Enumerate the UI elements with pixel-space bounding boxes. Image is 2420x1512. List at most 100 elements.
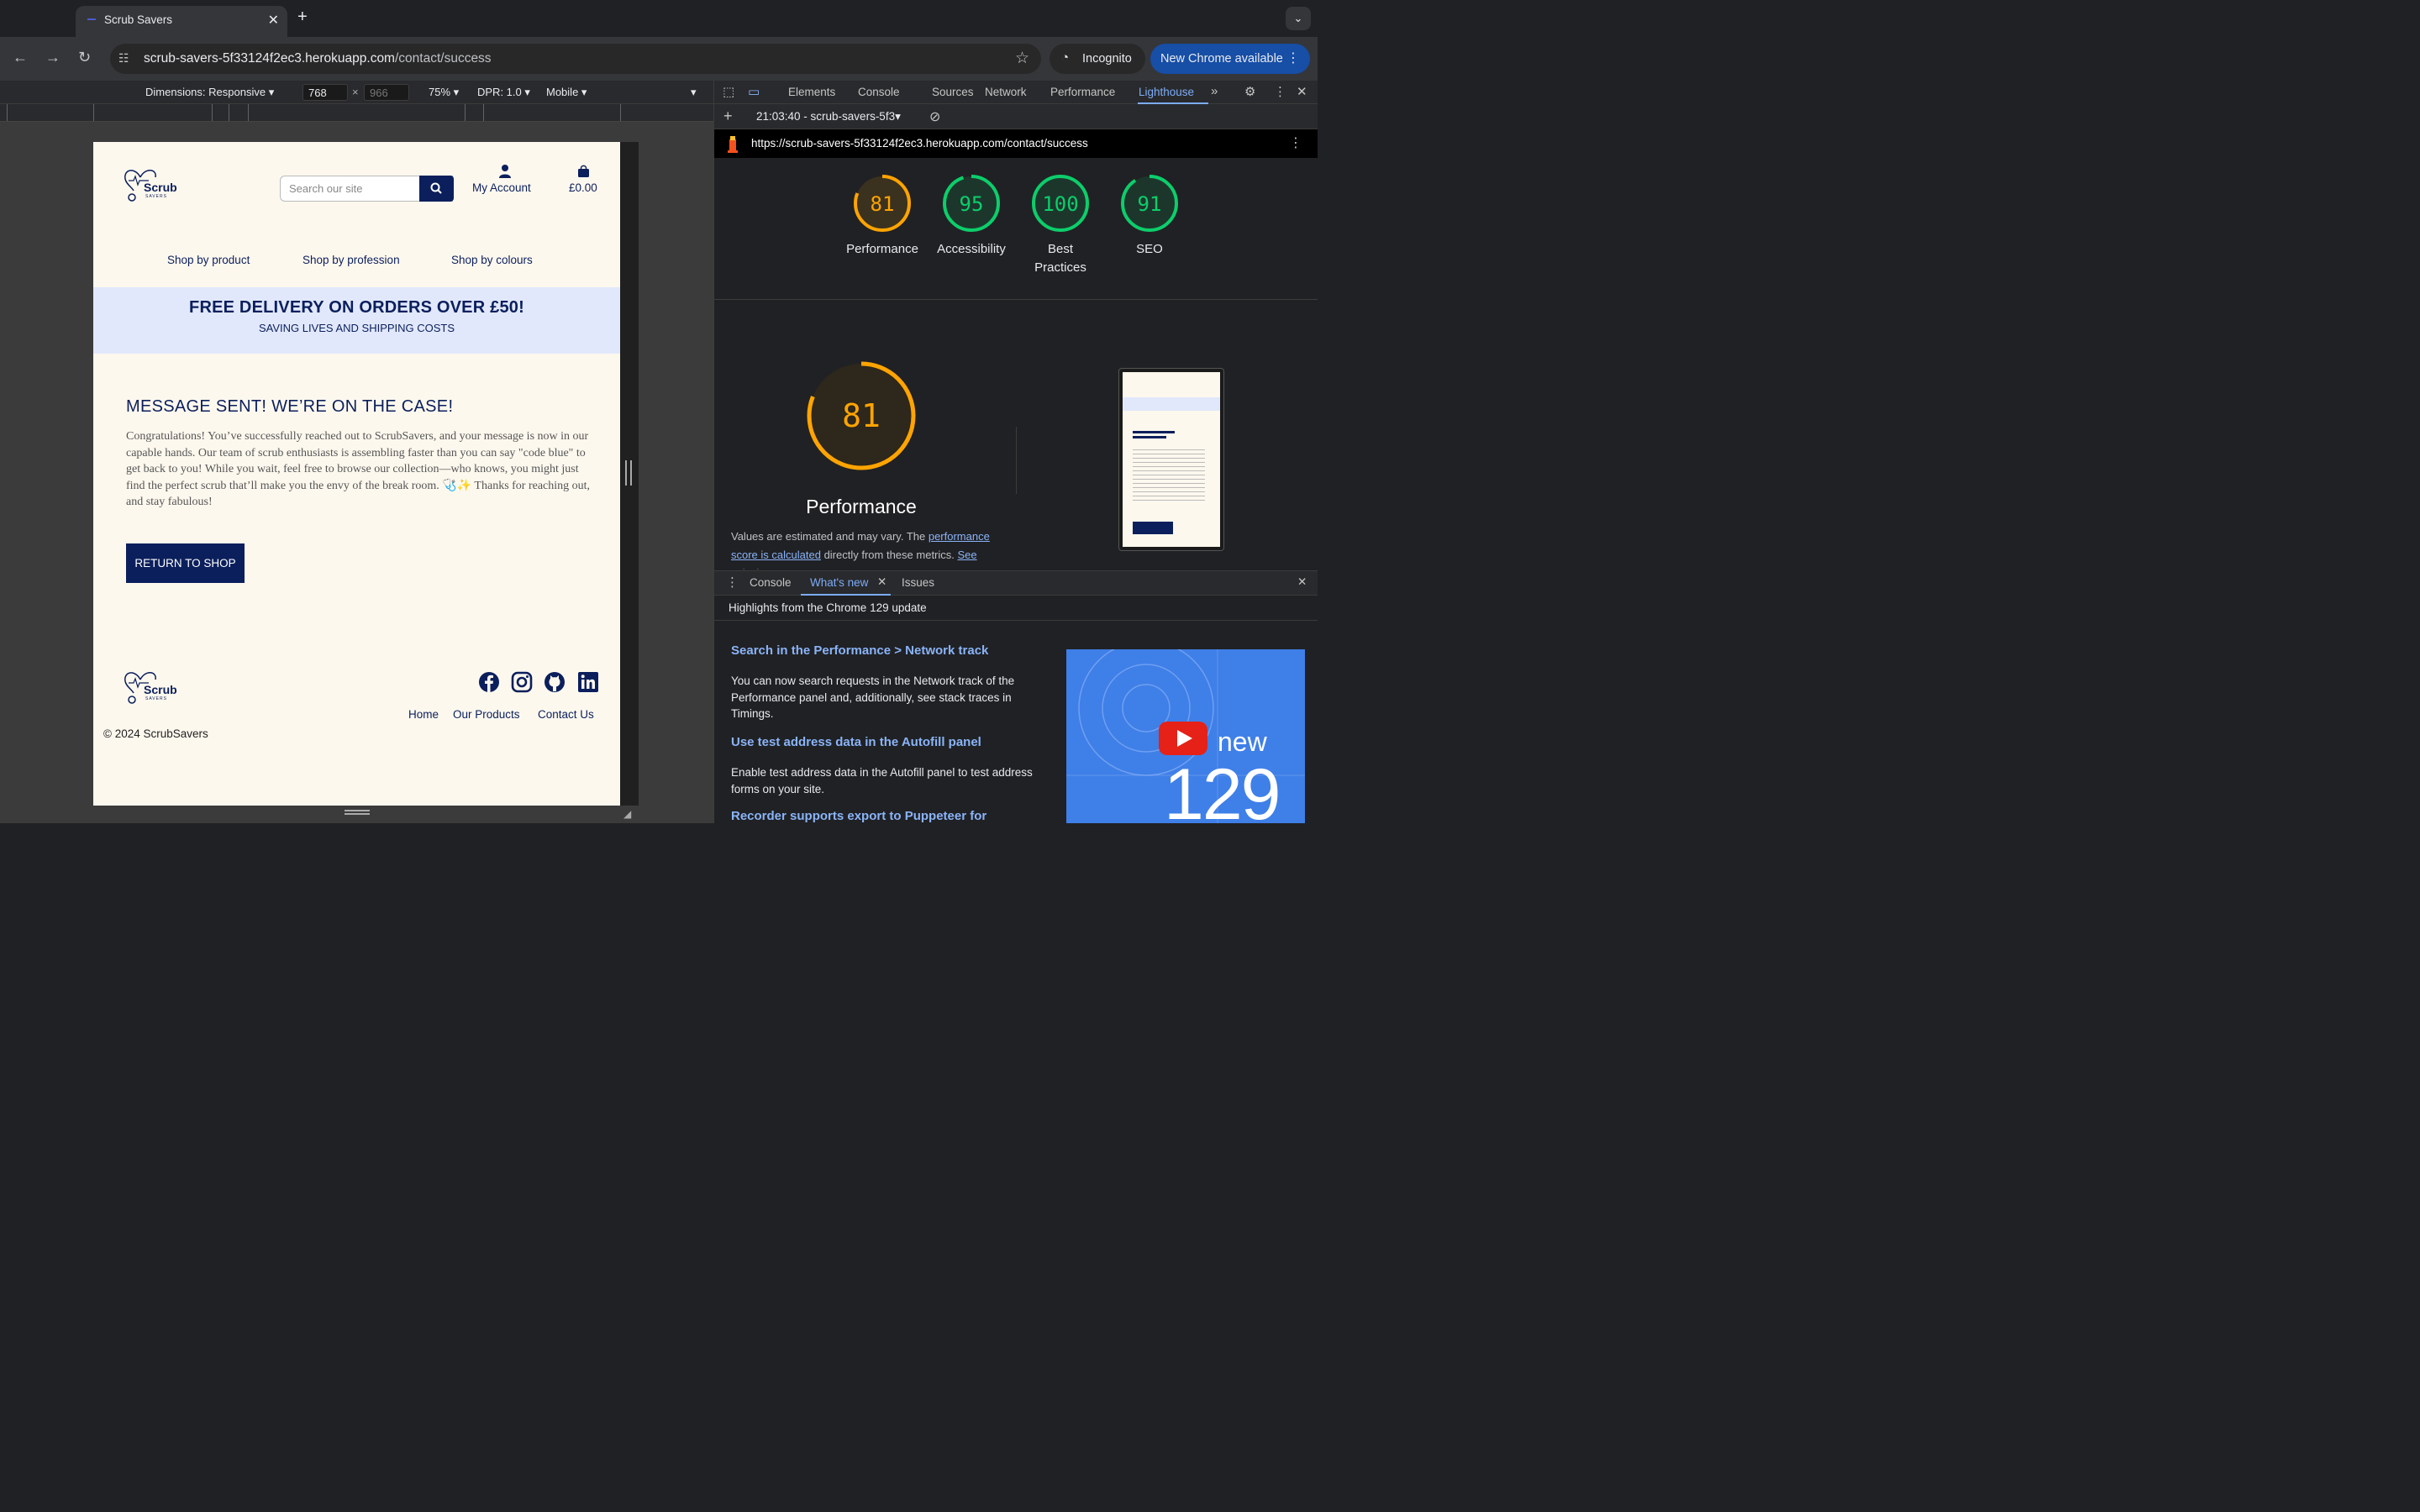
clear-reports-icon[interactable]: ⊘	[929, 108, 940, 125]
score-label: Best Practices	[1034, 242, 1086, 275]
times-glyph: ×	[352, 86, 359, 98]
width-input[interactable]: 768	[302, 84, 348, 101]
zoom-select[interactable]: 75% ▾	[429, 86, 459, 99]
score-gauge-seo[interactable]: 91 SEO	[1107, 173, 1192, 256]
resize-corner-icon[interactable]: ◢	[623, 808, 631, 820]
report-menu-icon[interactable]: ⋮	[1289, 134, 1302, 151]
search-button[interactable]	[419, 176, 454, 202]
score-label: Performance	[846, 242, 918, 256]
message-body: Congratulations! You’ve successfully rea…	[126, 430, 591, 509]
browser-tab[interactable]: Scrub Savers ✕	[76, 6, 287, 37]
settings-gear-icon[interactable]: ⚙	[1244, 84, 1255, 99]
tab-console[interactable]: Console	[858, 86, 900, 98]
whats-new-heading: Highlights from the Chrome 129 update	[714, 596, 1318, 621]
site-logo[interactable]: Scrub SAVERS	[124, 165, 182, 204]
reload-icon[interactable]: ↻	[78, 49, 91, 66]
dpr-select[interactable]: DPR: 1.0 ▾	[477, 86, 530, 99]
close-tab-icon[interactable]: ✕	[268, 12, 279, 29]
score-ring: 95	[943, 175, 1000, 232]
logo-subtext: SAVERS	[145, 194, 167, 199]
forward-icon[interactable]: →	[45, 49, 60, 66]
favicon	[87, 18, 96, 20]
linkedin-icon[interactable]	[577, 671, 599, 693]
score-label: SEO	[1136, 242, 1163, 256]
logo-subtext: SAVERS	[145, 696, 167, 701]
nav-shop-by-product[interactable]: Shop by product	[167, 254, 250, 266]
whats-new-item-body: You can now search requests in the Netwo…	[731, 675, 1015, 721]
instagram-icon[interactable]	[511, 671, 533, 693]
url-text: scrub-savers-5f33124f2ec3.herokuapp.com/…	[144, 51, 492, 66]
device-toolbar: Dimensions: Responsive ▾ 768 × 966 75% ▾…	[0, 81, 713, 104]
close-drawer-icon[interactable]: ✕	[1297, 575, 1307, 589]
height-input[interactable]: 966	[364, 84, 409, 101]
whats-new-item-title[interactable]: Recorder supports export to Puppeteer fo…	[731, 809, 986, 823]
page-screenshot-thumbnail[interactable]	[1118, 368, 1224, 551]
new-report-icon[interactable]: +	[723, 108, 733, 125]
incognito-indicator[interactable]: ◔ Incognito	[1050, 44, 1145, 74]
lighthouse-logo-icon	[728, 136, 738, 153]
search-icon	[430, 182, 442, 194]
site-info-icon[interactable]: ☷	[118, 51, 132, 65]
report-url: https://scrub-savers-5f33124f2ec3.heroku…	[751, 137, 1088, 150]
tab-performance[interactable]: Performance	[1050, 86, 1115, 98]
nav-shop-by-profession[interactable]: Shop by profession	[302, 254, 400, 266]
customize-menu-icon[interactable]: ⋮	[1274, 84, 1286, 99]
resize-handle-right[interactable]	[625, 460, 632, 486]
drawer-tab-issues[interactable]: Issues	[902, 576, 934, 589]
drawer-tab-whats-new[interactable]: What's new	[810, 576, 868, 589]
tab-lighthouse[interactable]: Lighthouse	[1139, 86, 1194, 98]
whats-new-video[interactable]: new 129	[1066, 649, 1305, 823]
resize-handle-bottom[interactable]	[345, 810, 370, 815]
score-gauge-performance[interactable]: 81 Performance	[840, 173, 924, 256]
score-gauge-accessibility[interactable]: 95 Accessibility	[929, 173, 1013, 256]
facebook-icon[interactable]	[478, 671, 500, 693]
gauge-separator	[714, 299, 1318, 300]
tab-search-chevron-icon[interactable]: ⌄	[1286, 7, 1311, 30]
copyright-text: © 2024 ScrubSavers	[103, 727, 208, 740]
big-gauge-label: Performance	[806, 496, 917, 517]
footer-link-contact[interactable]: Contact Us	[538, 708, 594, 721]
tab-elements[interactable]: Elements	[788, 86, 835, 98]
delivery-banner: FREE DELIVERY ON ORDERS OVER £50! SAVING…	[93, 287, 620, 354]
tab-sources[interactable]: Sources	[932, 86, 974, 98]
score-value: 95	[960, 192, 984, 216]
github-icon[interactable]	[544, 671, 566, 693]
search-placeholder: Search our site	[289, 182, 363, 195]
whats-new-item-body: Enable test address data in the Autofill…	[731, 766, 1033, 795]
vertical-divider	[1016, 427, 1017, 494]
score-ring: 81	[854, 175, 911, 232]
banner-subtitle: SAVING LIVES AND SHIPPING COSTS	[258, 322, 455, 334]
whats-new-item-title[interactable]: Use test address data in the Autofill pa…	[731, 735, 981, 749]
device-options-icon[interactable]: ▾	[691, 86, 697, 99]
return-to-shop-button[interactable]: RETURN TO SHOP	[126, 543, 245, 583]
footer-link-home[interactable]: Home	[408, 708, 439, 721]
media-query-ruler[interactable]	[0, 104, 713, 122]
score-value: 81	[871, 192, 895, 216]
new-tab-icon[interactable]: +	[297, 8, 308, 27]
footer-link-products[interactable]: Our Products	[453, 708, 520, 721]
score-ring: 91	[1121, 175, 1178, 232]
nav-shop-by-colours[interactable]: Shop by colours	[451, 254, 533, 266]
report-select[interactable]: 21:03:40 - scrub-savers-5f3▾	[756, 110, 901, 123]
close-whats-new-icon[interactable]: ✕	[877, 575, 886, 589]
score-gauge-best-practices[interactable]: 100 Best Practices	[1018, 173, 1102, 275]
address-bar[interactable]: ☷ scrub-savers-5f33124f2ec3.herokuapp.co…	[110, 44, 1041, 74]
dimensions-select[interactable]: Dimensions: Responsive ▾	[145, 86, 274, 99]
device-toggle-icon[interactable]: ▭	[748, 84, 760, 99]
new-chrome-button[interactable]: New Chrome available ⋮	[1150, 44, 1310, 74]
footer-logo[interactable]: Scrub SAVERS	[124, 668, 182, 706]
more-tabs-icon[interactable]: »	[1211, 84, 1218, 98]
inspect-element-icon[interactable]: ⬚	[723, 84, 734, 99]
back-icon[interactable]: ←	[13, 49, 28, 66]
more-menu-icon[interactable]: ⋮	[1286, 50, 1300, 66]
mode-select[interactable]: Mobile ▾	[546, 86, 587, 99]
bookmark-star-icon[interactable]: ☆	[1015, 49, 1029, 68]
close-devtools-icon[interactable]: ✕	[1297, 84, 1307, 99]
tab-network[interactable]: Network	[985, 86, 1027, 98]
drawer-tab-console[interactable]: Console	[750, 576, 792, 589]
scrub-savers-page: Scrub SAVERS Search our site My Account	[93, 142, 620, 806]
video-version-label: 129	[1164, 754, 1281, 823]
lighthouse-report: 81 Performance 95 Accessibility 100 Best Prac…	[714, 158, 1318, 570]
drawer-menu-icon[interactable]: ⋮	[726, 575, 739, 590]
whats-new-item-title[interactable]: Search in the Performance > Network trac…	[731, 643, 988, 658]
